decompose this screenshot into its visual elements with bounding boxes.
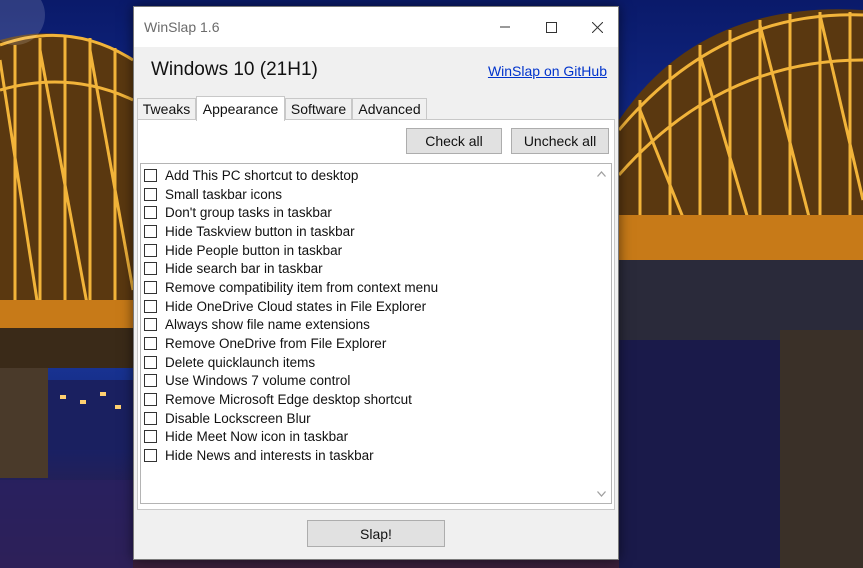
checklist-item-label: Don't group tasks in taskbar — [165, 205, 332, 221]
tweaks-checklist[interactable]: Add This PC shortcut to desktop Small tas… — [140, 163, 612, 504]
check-all-button[interactable]: Check all — [406, 128, 502, 154]
checklist-item[interactable]: Don't group tasks in taskbar — [144, 203, 438, 222]
checkbox[interactable] — [144, 355, 157, 369]
tab-tweaks[interactable]: Tweaks — [137, 98, 196, 119]
checklist-item[interactable]: Hide Taskview button in taskbar — [144, 222, 438, 241]
checklist-item[interactable]: Small taskbar icons — [144, 185, 438, 204]
checklist-item[interactable]: Hide search bar in taskbar — [144, 259, 438, 278]
checkbox[interactable] — [144, 337, 157, 351]
checklist-item[interactable]: Remove OneDrive from File Explorer — [144, 334, 438, 353]
checklist-item[interactable]: Use Windows 7 volume control — [144, 372, 438, 391]
chevron-up-icon — [597, 170, 606, 177]
checkbox[interactable] — [144, 299, 157, 313]
checklist-item-label: Add This PC shortcut to desktop — [165, 167, 359, 183]
checklist-item[interactable]: Remove compatibility item from context m… — [144, 278, 438, 297]
checkbox[interactable] — [144, 280, 157, 294]
checkbox[interactable] — [144, 243, 157, 257]
checklist-item[interactable]: Delete quicklaunch items — [144, 353, 438, 372]
checklist-item-label: Delete quicklaunch items — [165, 354, 316, 370]
checkbox[interactable] — [144, 430, 157, 444]
minimize-icon — [500, 26, 510, 28]
chevron-down-icon — [597, 490, 606, 497]
checkbox[interactable] — [144, 262, 157, 276]
checklist-item[interactable]: Hide People button in taskbar — [144, 241, 438, 260]
checklist-item-label: Remove compatibility item from context m… — [165, 279, 439, 295]
checklist-item[interactable]: Disable Lockscreen Blur — [144, 409, 438, 428]
checkbox[interactable] — [144, 411, 157, 425]
checklist-item[interactable]: Hide OneDrive Cloud states in File Explo… — [144, 297, 438, 316]
checklist-item-label: Always show file name extensions — [165, 317, 370, 333]
checklist-item-label: Hide News and interests in taskbar — [165, 448, 374, 464]
checklist-item-label: Hide OneDrive Cloud states in File Explo… — [165, 298, 427, 314]
checkbox[interactable] — [144, 318, 157, 332]
checklist-item-label: Remove Microsoft Edge desktop shortcut — [165, 392, 412, 408]
maximize-icon — [545, 21, 557, 33]
checklist-items: Add This PC shortcut to desktop Small tas… — [144, 166, 438, 465]
checkbox[interactable] — [144, 206, 157, 220]
checklist-item-label: Hide People button in taskbar — [165, 242, 343, 258]
close-icon — [591, 21, 603, 33]
window-title: WinSlap 1.6 — [144, 19, 220, 35]
maximize-button[interactable] — [528, 7, 574, 47]
checklist-item[interactable]: Always show file name extensions — [144, 316, 438, 335]
tab-appearance[interactable]: Appearance — [196, 96, 285, 121]
os-version-label: Windows 10 (21H1) — [151, 59, 318, 80]
tab-software[interactable]: Software — [285, 98, 352, 119]
checklist-item-label: Hide Meet Now icon in taskbar — [165, 429, 349, 445]
scroll-down-button[interactable] — [593, 485, 610, 502]
checklist-item[interactable]: Hide News and interests in taskbar — [144, 446, 438, 465]
winslap-window: WinSlap 1.6 Windows 10 (21H1) WinSlap on… — [133, 6, 619, 560]
title-bar[interactable]: WinSlap 1.6 — [134, 7, 618, 47]
checklist-scrollbar[interactable] — [593, 165, 610, 502]
checklist-item[interactable]: Hide Meet Now icon in taskbar — [144, 428, 438, 447]
scroll-up-button[interactable] — [593, 165, 610, 182]
uncheck-all-button[interactable]: Uncheck all — [511, 128, 609, 154]
minimize-button[interactable] — [482, 7, 528, 47]
checklist-item[interactable]: Remove Microsoft Edge desktop shortcut — [144, 390, 438, 409]
checklist-item-label: Hide search bar in taskbar — [165, 261, 323, 277]
close-button[interactable] — [574, 7, 620, 47]
checkbox[interactable] — [144, 449, 157, 463]
checkbox[interactable] — [144, 168, 157, 182]
tab-advanced[interactable]: Advanced — [352, 98, 427, 119]
checklist-item-label: Remove OneDrive from File Explorer — [165, 336, 387, 352]
checklist-item-label: Small taskbar icons — [165, 186, 283, 202]
checkbox[interactable] — [144, 374, 157, 388]
checkbox[interactable] — [144, 187, 157, 201]
checkbox[interactable] — [144, 224, 157, 238]
checklist-item-label: Disable Lockscreen Blur — [165, 410, 311, 426]
checkbox[interactable] — [144, 393, 157, 407]
github-link[interactable]: WinSlap on GitHub — [488, 63, 607, 79]
checklist-item-label: Hide Taskview button in taskbar — [165, 223, 355, 239]
slap-button[interactable]: Slap! — [307, 520, 445, 547]
checklist-item[interactable]: Add This PC shortcut to desktop — [144, 166, 438, 185]
checklist-item-label: Use Windows 7 volume control — [165, 373, 351, 389]
